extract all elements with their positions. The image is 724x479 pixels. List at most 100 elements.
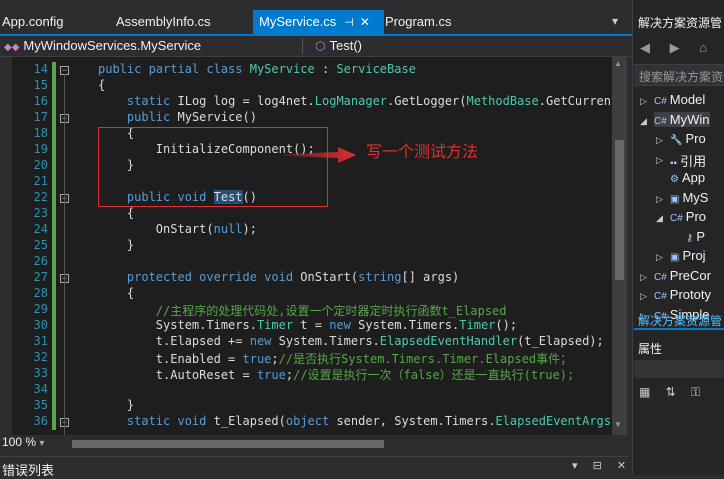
code-line[interactable]: static void t_Elapsed(object sender, Sys…: [98, 414, 612, 428]
tree-item[interactable]: ⚙ App: [670, 170, 705, 185]
zoom-label: 100 %: [2, 435, 37, 449]
error-list-panel: [0, 456, 627, 476]
code-line[interactable]: t.AutoReset = true;//设置是执行一次（false）还是一直执…: [98, 366, 574, 383]
tab-program[interactable]: Program.cs: [383, 10, 485, 34]
code-line[interactable]: {: [98, 206, 134, 220]
solution-explorer-toolbar[interactable]: ◀ ▶ ⌂: [640, 40, 715, 56]
project-icon: 🔧: [670, 135, 683, 146]
arrow-icon: [284, 147, 356, 163]
code-line[interactable]: public MyService(): [98, 110, 257, 124]
project-icon: C#: [654, 116, 667, 127]
project-icon: C#: [654, 291, 667, 302]
code-line[interactable]: {: [98, 286, 134, 300]
expand-toggle-icon[interactable]: ▷: [640, 291, 647, 302]
line-number: 24: [33, 222, 48, 236]
code-line[interactable]: }: [98, 398, 134, 412]
tree-item[interactable]: ▣ MyS: [670, 190, 708, 205]
line-number: 17: [33, 110, 48, 124]
tree-item-label: Pro: [685, 209, 707, 224]
properties-object-selector[interactable]: [634, 360, 724, 378]
outline-guide: [64, 74, 65, 435]
project-icon: C#: [654, 96, 667, 107]
expand-toggle-icon[interactable]: ◢: [640, 116, 647, 127]
expand-toggle-icon[interactable]: ▷: [640, 272, 647, 283]
code-line[interactable]: {: [98, 78, 105, 92]
nav-divider: [302, 38, 303, 54]
line-number: 25: [33, 238, 48, 252]
panel-controls-icon[interactable]: ▾ ⊟ ✕: [572, 459, 632, 472]
line-number: 26: [33, 254, 48, 268]
zoom-dropdown[interactable]: 100 % ▾: [2, 435, 44, 449]
line-number: 16: [33, 94, 48, 108]
tab-myservice[interactable]: MyService.cs ⊣ ✕: [253, 10, 384, 34]
code-line[interactable]: System.Timers.Timer t = new System.Timer…: [98, 318, 517, 332]
code-line[interactable]: t.Elapsed += new System.Timers.ElapsedEv…: [98, 334, 604, 348]
vertical-scroll-thumb[interactable]: [615, 140, 624, 280]
line-number: 31: [33, 334, 48, 348]
project-icon: C#: [654, 272, 667, 283]
code-line[interactable]: OnStart(null);: [98, 222, 257, 236]
tree-item[interactable]: ▪▪ 引用: [670, 151, 706, 170]
expand-toggle-icon[interactable]: ▷: [656, 135, 663, 146]
pin-icon[interactable]: ⊣: [344, 17, 354, 29]
member-label: Test(): [329, 38, 362, 53]
tree-item[interactable]: C# PreCor: [654, 268, 711, 283]
close-icon[interactable]: ✕: [360, 15, 370, 29]
type-dropdown[interactable]: ◆◆ MyWindowServices.MyService: [4, 38, 201, 53]
line-number: 19: [33, 142, 48, 156]
code-line[interactable]: t.Enabled = true;//是否执行System.Timers.Tim…: [98, 350, 572, 367]
code-line[interactable]: public partial class MyService : Service…: [98, 62, 416, 76]
tree-item[interactable]: C# Model: [654, 92, 705, 107]
change-indicator: [52, 62, 56, 430]
tab-app-config[interactable]: App.config: [0, 10, 112, 34]
tab-label: Program.cs: [385, 14, 452, 29]
tab-overflow-dropdown-icon[interactable]: ▾: [612, 14, 618, 28]
tab-assemblyinfo[interactable]: AssemblyInfo.cs: [112, 10, 256, 34]
expand-toggle-icon[interactable]: ▷: [656, 155, 663, 166]
tree-item-label: PreCor: [669, 268, 711, 283]
tree-item[interactable]: ▣ Proj: [670, 248, 706, 263]
scroll-up-icon[interactable]: ▲: [614, 59, 622, 68]
project-icon: ▣: [670, 252, 680, 263]
document-tab-bar: App.config AssemblyInfo.cs MyService.cs ⊣…: [0, 10, 632, 36]
expand-toggle-icon[interactable]: ▷: [640, 96, 647, 107]
tab-label: App.config: [2, 14, 64, 29]
horizontal-scroll-thumb[interactable]: [72, 440, 384, 448]
tree-item[interactable]: C# MyWin: [654, 112, 710, 127]
code-line[interactable]: }: [98, 238, 134, 252]
line-number: 14: [33, 62, 48, 76]
scroll-down-icon[interactable]: ▼: [614, 420, 622, 429]
tree-item[interactable]: ⚷ P: [686, 229, 705, 244]
tree-item[interactable]: C# Pro: [670, 209, 706, 224]
tree-item-label: Pro: [685, 131, 706, 146]
tree-item-label: Model: [669, 92, 706, 107]
tree-item[interactable]: C# Prototy: [654, 287, 711, 302]
line-number: 32: [33, 350, 48, 364]
line-number: 34: [33, 382, 48, 396]
tab-underline: [634, 328, 724, 330]
navigation-bar: ◆◆ MyWindowServices.MyService ⬡ Test(): [0, 36, 632, 57]
properties-toolbar[interactable]: ▦ ⇅ ⚿: [639, 385, 706, 400]
code-line[interactable]: static ILog log = log4net.LogManager.Get…: [98, 94, 612, 108]
line-number: 29: [33, 302, 48, 316]
code-line[interactable]: //主程序的处理代码处,设置一个定时器定时执行函数t_Elapsed: [98, 302, 507, 319]
expand-toggle-icon[interactable]: ◢: [656, 213, 663, 224]
expand-toggle-icon[interactable]: ▷: [656, 194, 663, 205]
code-line[interactable]: protected override void OnStart(string[]…: [98, 270, 459, 284]
tab-label: MyService.cs: [259, 14, 337, 29]
line-number: 18: [33, 126, 48, 140]
code-editor[interactable]: 14 public partial class MyService : Servi…: [0, 57, 612, 435]
type-label: MyWindowServices.MyService: [23, 38, 202, 53]
breakpoint-margin[interactable]: [0, 57, 12, 435]
member-dropdown[interactable]: ⬡ Test(): [315, 38, 362, 53]
solution-explorer-title: 解决方案资源管: [638, 16, 723, 30]
tree-item-label: Prototy: [669, 287, 711, 302]
tree-item[interactable]: 🔧 Pro: [670, 131, 706, 146]
tab-solution-explorer[interactable]: 解决方案资源管: [638, 312, 722, 329]
error-list-title[interactable]: 错误列表: [2, 460, 54, 479]
chevron-down-icon: ▾: [39, 438, 45, 449]
line-number: 33: [33, 366, 48, 380]
expand-toggle-icon[interactable]: ▷: [656, 252, 663, 263]
project-icon: C#: [670, 213, 683, 224]
properties-title: 属性: [638, 342, 663, 356]
